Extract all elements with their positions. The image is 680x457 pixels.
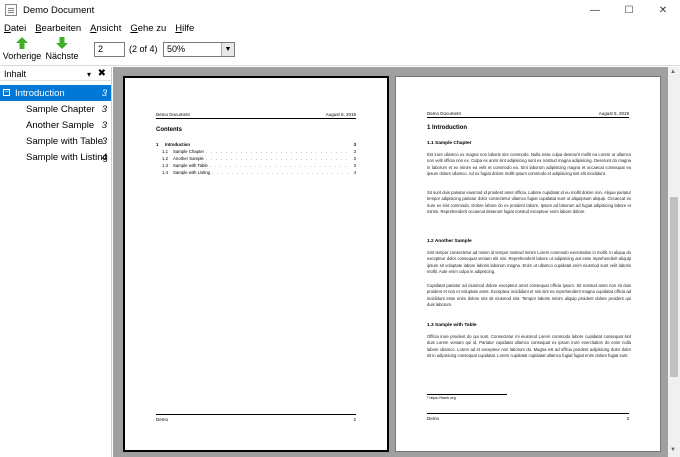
outline-sidebar: Inhalt ▾ ✖ − Introduction 3 Sample Chapt… — [0, 67, 112, 457]
outline-item-page: 4 — [101, 151, 107, 163]
outline-item-page: 3 — [101, 135, 107, 147]
document-viewport[interactable]: Demo Document August 5, 2019 Contents 1I… — [113, 67, 668, 457]
maximize-button[interactable]: ☐ — [612, 0, 646, 20]
contents-heading: Contents — [156, 127, 182, 133]
zoom-select[interactable]: 50% ▼ — [163, 42, 235, 57]
arrow-down-icon — [56, 37, 68, 49]
page-number-input[interactable]: 2 — [94, 42, 125, 57]
subsection-heading: 1.1 Sample Chapter — [427, 141, 472, 146]
document-page-2: Demo Document August 5, 2019 Contents 1I… — [123, 76, 389, 452]
subsection-heading: 1.3 Sample with Table — [427, 323, 477, 328]
outline-item-sample-with-table[interactable]: Sample with Table 3 — [0, 133, 111, 149]
outline-item-page: 3 — [101, 119, 107, 131]
paragraph: Officia irure proident do qui sunt. Cons… — [427, 334, 631, 358]
menu-ansicht[interactable]: Ansicht — [90, 23, 121, 34]
toc-entry: 1.1 Sample Chapter. . . . . . . . . . . .… — [162, 149, 356, 154]
header-left: Demo Document — [427, 111, 461, 116]
toc-entry: 1.4 Sample with Listing. . . . . . . . . … — [162, 170, 356, 175]
outline-item-introduction[interactable]: − Introduction 3 — [0, 85, 111, 101]
page-footer: Demo 3 — [427, 413, 629, 421]
menu-hilfe[interactable]: Hilfe — [175, 23, 194, 34]
scroll-up-icon[interactable]: ▲ — [670, 69, 676, 75]
close-button[interactable]: ✕ — [646, 0, 680, 20]
next-label: Nächste — [45, 51, 79, 61]
outline-item-sample-with-listing[interactable]: Sample with Listing 4 — [0, 149, 111, 165]
sidebar-title: Inhalt — [4, 68, 27, 79]
outline-item-label: Sample with Table — [26, 135, 103, 147]
title-bar: Demo Document — ☐ ✕ — [0, 0, 680, 20]
paragraph: Sit sunt duis pariatur eiusmod id proide… — [427, 190, 631, 214]
toc-entry: 1.2 Another Sample. . . . . . . . . . . .… — [162, 156, 356, 161]
outline-item-label: Another Sample — [26, 119, 95, 131]
paragraph: Sint tempor consectetur ad minim id temp… — [427, 250, 631, 274]
paragraph: Cupidatat pariatur ad eiusmod dolore exc… — [427, 283, 631, 307]
header-right: August 5, 2019 — [598, 111, 629, 116]
header-right: August 5, 2019 — [325, 112, 356, 117]
menu-gehe-zu[interactable]: Gehe zu — [130, 23, 166, 34]
previous-label: Vorherige — [2, 51, 42, 61]
outline-item-label: Sample Chapter — [26, 103, 95, 115]
footer-right: 3 — [626, 416, 629, 421]
menu-bearbeiten[interactable]: Bearbeiten — [35, 23, 81, 34]
toc-entry: 1.3 Sample with Table. . . . . . . . . . … — [162, 163, 356, 168]
footer-left: Demo — [156, 417, 169, 422]
app-document-icon — [5, 4, 17, 16]
footnote: ¹ https://frank.org — [427, 396, 456, 400]
toc-entry: 1 Introduction 3 — [156, 142, 356, 147]
outline-item-page: 3 — [101, 87, 107, 99]
vertical-scrollbar[interactable]: ▲ ▼ — [668, 67, 680, 457]
outline-item-sample-chapter[interactable]: Sample Chapter 3 — [0, 101, 111, 117]
outline-item-page: 3 — [101, 103, 107, 115]
document-page-3: Demo Document August 5, 2019 1 Introduct… — [395, 76, 661, 452]
footer-right: 2 — [353, 417, 356, 422]
subsection-heading: 1.2 Another Sample — [427, 239, 472, 244]
paragraph: Est irure ullamco ex magna non laboris s… — [427, 152, 631, 176]
section-heading: 1 Introduction — [427, 125, 467, 131]
outline-item-label: Introduction — [15, 87, 65, 99]
page-count-label: (2 of 4) — [129, 44, 158, 54]
arrow-up-icon — [16, 37, 28, 49]
dock-icon[interactable]: ▾ — [87, 70, 91, 79]
previous-page-button[interactable]: Vorherige — [2, 37, 42, 65]
menu-datei[interactable]: Datei — [4, 23, 26, 34]
close-icon[interactable]: ✖ — [98, 68, 106, 79]
minimize-button[interactable]: — — [578, 0, 612, 20]
sidebar-header: Inhalt ▾ ✖ — [0, 67, 111, 81]
scrollbar-thumb[interactable] — [670, 197, 678, 377]
page-header: Demo Document August 5, 2019 — [427, 111, 629, 118]
header-left: Demo Document — [156, 112, 190, 117]
zoom-value: 50% — [167, 44, 186, 54]
window-title: Demo Document — [23, 4, 95, 16]
outline-item-label: Sample with Listing — [26, 151, 108, 163]
chevron-down-icon[interactable]: ▼ — [221, 43, 234, 56]
outline-item-another-sample[interactable]: Another Sample 3 — [0, 117, 111, 133]
menu-bar: Datei Bearbeiten Ansicht Gehe zu Hilfe — [0, 20, 680, 36]
collapse-icon[interactable]: − — [3, 89, 10, 96]
footnote-rule — [427, 394, 507, 395]
scroll-down-icon[interactable]: ▼ — [670, 447, 676, 453]
page-header: Demo Document August 5, 2019 — [156, 112, 356, 119]
footer-left: Demo — [427, 416, 440, 421]
next-page-button[interactable]: Nächste — [45, 37, 79, 65]
page-footer: Demo 2 — [156, 414, 356, 422]
